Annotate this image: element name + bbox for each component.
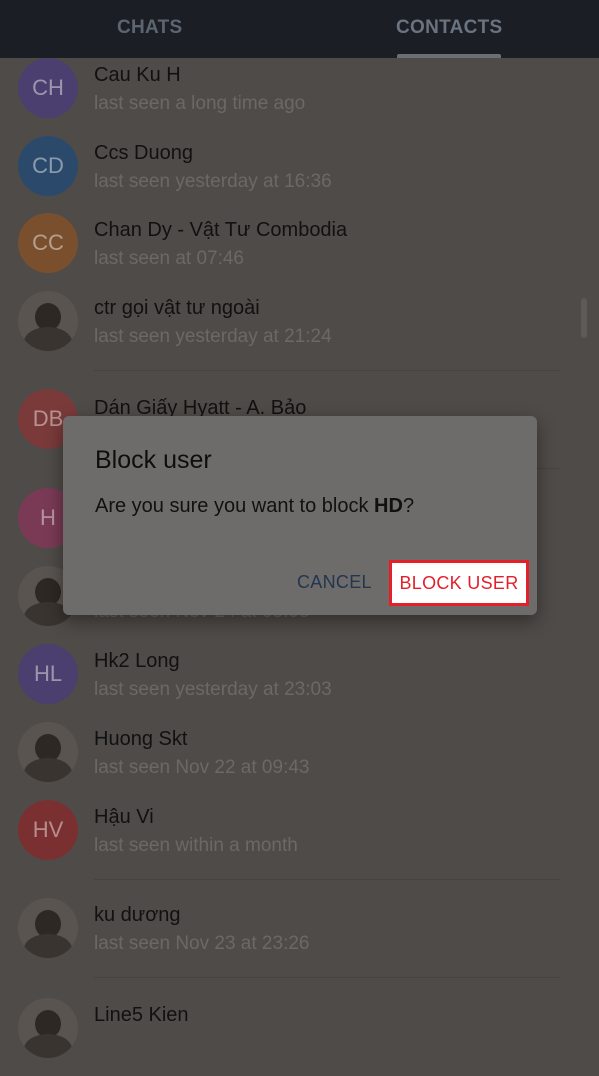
contact-status: last seen Nov 22 at 09:43	[94, 757, 309, 779]
contact-row[interactable]: CH Cau Ku H last seen a long time ago	[0, 58, 599, 136]
avatar-photo	[18, 722, 78, 782]
tab-chats[interactable]: CHATS	[0, 0, 300, 58]
cancel-button[interactable]: CANCEL	[297, 572, 372, 593]
avatar-photo	[18, 998, 78, 1058]
contact-row[interactable]: Line5 Kien	[0, 998, 599, 1076]
contact-status: last seen at 07:46	[94, 248, 244, 270]
divider	[94, 977, 561, 978]
avatar-initials: CH	[32, 75, 64, 101]
contact-row[interactable]: ku dương last seen Nov 23 at 23:26	[0, 898, 599, 976]
contact-status: last seen yesterday at 23:03	[94, 679, 332, 701]
contact-row[interactable]: CC Chan Dy - Vật Tư Combodia last seen a…	[0, 213, 599, 291]
top-tab-bar: CHATS CONTACTS	[0, 0, 599, 58]
avatar: CH	[18, 58, 78, 118]
contact-name: Hậu Vi	[94, 806, 154, 829]
contact-status: last seen yesterday at 21:24	[94, 326, 332, 348]
contact-row[interactable]: HV Hậu Vi last seen within a month	[0, 800, 599, 878]
avatar-photo-body	[24, 1034, 72, 1058]
dialog-message-prefix: Are you sure you want to block	[95, 495, 374, 517]
contact-status: last seen Nov 23 at 23:26	[94, 933, 309, 955]
avatar-photo-body	[24, 934, 72, 958]
divider	[94, 370, 561, 371]
contact-name: Chan Dy - Vật Tư Combodia	[94, 219, 347, 242]
avatar-photo	[18, 291, 78, 351]
scrollbar[interactable]	[581, 298, 587, 338]
contact-name: Line5 Kien	[94, 1004, 189, 1027]
tab-chats-label: CHATS	[117, 17, 183, 39]
avatar-initials: DB	[33, 406, 64, 432]
contact-row[interactable]: CD Ccs Duong last seen yesterday at 16:3…	[0, 136, 599, 214]
dialog-message-user: HD	[374, 495, 403, 517]
contact-row[interactable]: Huong Skt last seen Nov 22 at 09:43	[0, 722, 599, 800]
contact-name: Ccs Duong	[94, 142, 193, 165]
contact-status: last seen a long time ago	[94, 93, 305, 115]
block-user-button[interactable]: BLOCK USER	[389, 560, 529, 606]
avatar-initials: H	[40, 505, 56, 531]
block-user-button-label: BLOCK USER	[399, 573, 518, 594]
avatar-initials: HV	[33, 817, 64, 843]
avatar: HV	[18, 800, 78, 860]
avatar: CD	[18, 136, 78, 196]
contact-row[interactable]: HL Hk2 Long last seen yesterday at 23:03	[0, 644, 599, 722]
contact-name: ku dương	[94, 904, 181, 927]
contact-name: Hk2 Long	[94, 650, 180, 673]
avatar: HL	[18, 644, 78, 704]
avatar-photo-body	[24, 758, 72, 782]
tab-contacts[interactable]: CONTACTS	[300, 0, 599, 58]
contact-name: ctr gọi vật tư ngoài	[94, 297, 260, 320]
contact-status: last seen within a month	[94, 835, 298, 857]
contact-name: Huong Skt	[94, 728, 187, 751]
divider	[94, 879, 561, 880]
avatar-photo	[18, 898, 78, 958]
contact-row[interactable]: ctr gọi vật tư ngoài last seen yesterday…	[0, 291, 599, 369]
avatar-initials: CD	[32, 153, 64, 179]
dialog-title: Block user	[95, 446, 212, 475]
avatar-photo-body	[24, 327, 72, 351]
avatar-initials: CC	[32, 230, 64, 256]
contact-status: last seen yesterday at 16:36	[94, 171, 332, 193]
avatar-initials: HL	[34, 661, 62, 687]
dialog-message: Are you sure you want to block HD?	[95, 495, 414, 518]
block-user-dialog: Block user Are you sure you want to bloc…	[63, 416, 537, 615]
contact-name: Cau Ku H	[94, 64, 181, 87]
tab-contacts-label: CONTACTS	[396, 17, 503, 39]
dialog-message-suffix: ?	[403, 495, 414, 517]
avatar: CC	[18, 213, 78, 273]
